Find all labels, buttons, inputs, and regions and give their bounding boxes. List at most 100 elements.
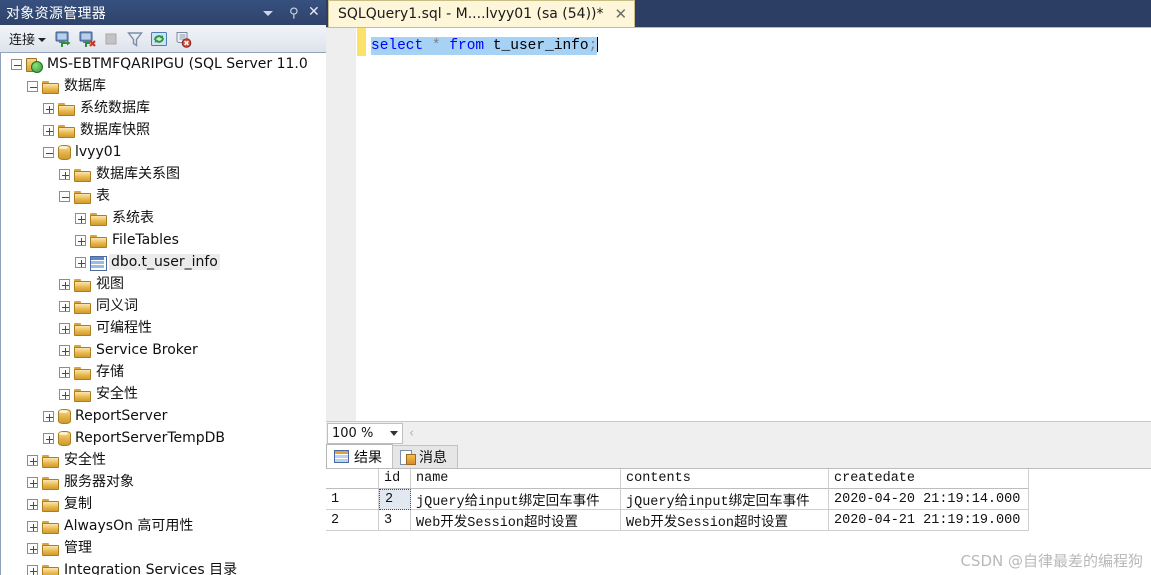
- tree-node[interactable]: 系统表: [1, 207, 326, 229]
- expand-icon[interactable]: [43, 410, 54, 422]
- collapse-icon[interactable]: [11, 58, 22, 70]
- tree-node[interactable]: lvyy01: [1, 141, 326, 163]
- tree-node[interactable]: 服务器对象: [1, 471, 326, 493]
- expand-icon[interactable]: [59, 388, 70, 400]
- tree-node[interactable]: 系统数据库: [1, 97, 326, 119]
- folder-icon: [74, 168, 91, 182]
- expand-icon[interactable]: [59, 344, 70, 356]
- folder-icon: [58, 124, 75, 138]
- expand-icon[interactable]: [27, 476, 38, 488]
- expand-icon[interactable]: [59, 300, 70, 312]
- splitter-collapse-icon[interactable]: ‹: [409, 426, 414, 441]
- table-cell-name[interactable]: jQuery给input绑定回车事件: [411, 489, 621, 510]
- tree-node[interactable]: 安全性: [1, 449, 326, 471]
- document-tab-sqlquery1[interactable]: SQLQuery1.sql - M....lvyy01 (sa (54))* ✕: [328, 0, 636, 27]
- tree-node[interactable]: 管理: [1, 537, 326, 559]
- sql-editor[interactable]: select * from t_user_info;: [326, 27, 1151, 421]
- tree-node[interactable]: 数据库: [1, 75, 326, 97]
- folder-icon: [42, 542, 59, 556]
- tree-node[interactable]: 数据库快照: [1, 119, 326, 141]
- database-icon: [58, 145, 71, 160]
- tree-node[interactable]: FileTables: [1, 229, 326, 251]
- collapse-icon[interactable]: [27, 80, 38, 92]
- refresh-icon-button[interactable]: [149, 29, 169, 49]
- tree-node-label: dbo.t_user_info: [109, 254, 220, 270]
- watermark: CSDN @自律最差的编程狗: [960, 552, 1143, 570]
- expand-icon[interactable]: [27, 498, 38, 510]
- table-cell-createdate[interactable]: 2020-04-21 21:19:19.000: [829, 510, 1029, 531]
- table-cell-contents[interactable]: Web开发Session超时设置: [621, 510, 829, 531]
- tree-node[interactable]: Integration Services 目录: [1, 559, 326, 575]
- tree-node[interactable]: Service Broker: [1, 339, 326, 361]
- table-row[interactable]: 2 3 Web开发Session超时设置 Web开发Session超时设置 2020-0…: [326, 510, 1151, 531]
- tree-node[interactable]: ReportServerTempDB: [1, 427, 326, 449]
- tree-node[interactable]: 同义词: [1, 295, 326, 317]
- tree-node[interactable]: ReportServer: [1, 405, 326, 427]
- tree-node-label: 复制: [64, 496, 92, 512]
- tree-node-label: 系统表: [112, 210, 154, 226]
- tree-node-label: Integration Services 目录: [64, 562, 238, 575]
- collapse-icon[interactable]: [43, 146, 54, 158]
- expand-icon[interactable]: [75, 234, 86, 246]
- connect-icon-button[interactable]: [53, 29, 73, 49]
- tree-node[interactable]: 表: [1, 185, 326, 207]
- collapse-icon[interactable]: [59, 190, 70, 202]
- close-icon[interactable]: ✕: [612, 6, 631, 22]
- chevron-down-icon: [390, 430, 398, 436]
- expand-icon[interactable]: [59, 322, 70, 334]
- disconnect-icon-button[interactable]: [77, 29, 97, 49]
- tab-messages[interactable]: 消息: [392, 445, 458, 468]
- expand-icon[interactable]: [27, 520, 38, 532]
- document-tab-label: SQLQuery1.sql - M....lvyy01 (sa (54))*: [338, 6, 604, 22]
- object-explorer-tree[interactable]: MS-EBTMFQARIPGU (SQL Server 11.0 数据库 系统数据库…: [0, 53, 326, 575]
- expand-icon[interactable]: [59, 168, 70, 180]
- folder-icon: [90, 234, 107, 248]
- expand-icon[interactable]: [43, 432, 54, 444]
- panel-pin-button[interactable]: ⚲: [284, 4, 299, 21]
- column-header[interactable]: name: [411, 469, 621, 489]
- tree-node[interactable]: 视图: [1, 273, 326, 295]
- tree-node[interactable]: dbo.t_user_info: [1, 251, 326, 273]
- panel-dropdown-button[interactable]: [261, 4, 276, 21]
- object-explorer-title: 对象资源管理器: [6, 5, 107, 22]
- sql-code-line[interactable]: select * from t_user_info;: [371, 37, 599, 55]
- sql-table-identifier: t_user_info: [492, 38, 589, 54]
- tab-results[interactable]: 结果: [326, 444, 393, 468]
- table-cell-contents[interactable]: jQuery给input绑定回车事件: [621, 489, 829, 510]
- table-cell-name[interactable]: Web开发Session超时设置: [411, 510, 621, 531]
- table-row[interactable]: 1 2 jQuery给input绑定回车事件 jQuery给input绑定回车事件 20…: [326, 489, 1151, 510]
- zoom-select[interactable]: 100 %: [327, 422, 403, 444]
- expand-icon[interactable]: [27, 564, 38, 575]
- column-header[interactable]: id: [379, 469, 411, 489]
- expand-icon[interactable]: [27, 542, 38, 554]
- panel-close-button[interactable]: ✕: [307, 4, 322, 21]
- filter-icon-button[interactable]: [125, 29, 145, 49]
- editor-zoom-bar: 100 % ‹: [326, 421, 1151, 444]
- column-header[interactable]: contents: [621, 469, 829, 489]
- tree-node[interactable]: 数据库关系图: [1, 163, 326, 185]
- tree-node[interactable]: 安全性: [1, 383, 326, 405]
- tree-node-label: 可编程性: [96, 320, 152, 336]
- tree-node[interactable]: AlwaysOn 高可用性: [1, 515, 326, 537]
- expand-icon[interactable]: [75, 212, 86, 224]
- tree-node[interactable]: MS-EBTMFQARIPGU (SQL Server 11.0: [1, 53, 326, 75]
- table-cell-id[interactable]: 2: [379, 489, 411, 510]
- column-header[interactable]: createdate: [829, 469, 1029, 489]
- expand-icon[interactable]: [27, 454, 38, 466]
- folder-icon: [42, 564, 59, 575]
- tree-node[interactable]: 存储: [1, 361, 326, 383]
- tree-node-label: 表: [96, 188, 110, 204]
- expand-icon[interactable]: [59, 278, 70, 290]
- expand-icon[interactable]: [59, 366, 70, 378]
- tree-node[interactable]: 可编程性: [1, 317, 326, 339]
- table-cell-id[interactable]: 3: [379, 510, 411, 531]
- connect-button[interactable]: 连接: [6, 28, 49, 49]
- folder-icon: [42, 520, 59, 534]
- expand-icon[interactable]: [43, 124, 54, 136]
- tree-node[interactable]: 复制: [1, 493, 326, 515]
- stop-script-icon-button[interactable]: [173, 29, 193, 49]
- expand-icon[interactable]: [43, 102, 54, 114]
- database-icon: [58, 431, 71, 446]
- expand-icon[interactable]: [75, 256, 86, 268]
- table-cell-createdate[interactable]: 2020-04-20 21:19:14.000: [829, 489, 1029, 510]
